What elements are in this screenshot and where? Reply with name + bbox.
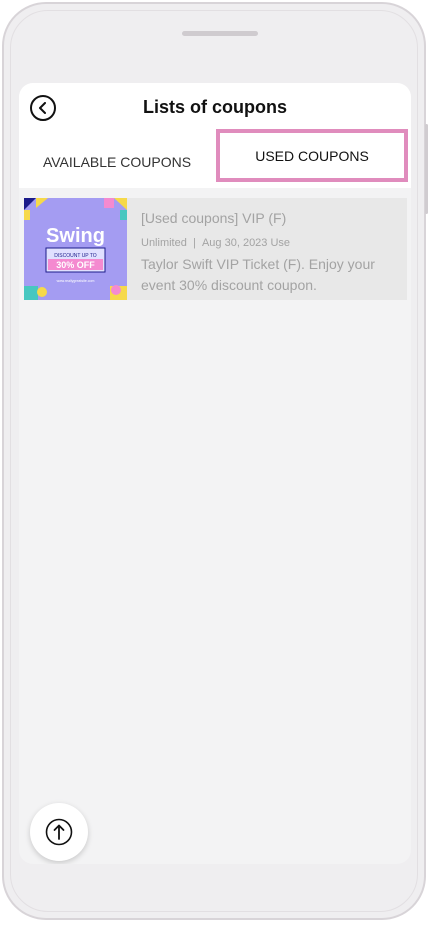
coupon-image-offer: 30% OFF bbox=[56, 260, 95, 270]
page-title: Lists of coupons bbox=[143, 97, 287, 117]
coupon-title: [Used coupons] VIP (F) bbox=[141, 210, 287, 226]
arrow-up-icon bbox=[45, 818, 73, 846]
phone-side-button bbox=[425, 124, 428, 214]
scroll-top-button[interactable] bbox=[30, 803, 88, 861]
coupon-image-footer: www.reallygreatsite.com bbox=[57, 279, 95, 283]
coupon-image: Swing DISCOUNT UP TO 30% OFF www.reallyg… bbox=[24, 198, 127, 300]
header: Lists of coupons bbox=[19, 83, 411, 135]
app-screen: Lists of coupons AVAILABLE COUPONS USED … bbox=[19, 83, 411, 864]
coupon-date: Aug 30, 2023 Use bbox=[201, 237, 291, 249]
coupon-image-headline: Swing bbox=[46, 225, 105, 247]
coupon-card[interactable]: Swing DISCOUNT UP TO 30% OFF www.reallyg… bbox=[24, 198, 407, 300]
coupon-description: Taylor Swift VIP Ticket (F). Enjoy your … bbox=[141, 256, 375, 293]
coupon-artwork: Swing DISCOUNT UP TO 30% OFF www.reallyg… bbox=[24, 198, 127, 300]
coupon-meta-separator: | bbox=[192, 237, 196, 249]
tab-available-coupons[interactable]: AVAILABLE COUPONS bbox=[19, 135, 215, 188]
coupon-image-subtext: DISCOUNT UP TO bbox=[54, 253, 97, 259]
coupon-tabs: AVAILABLE COUPONS USED COUPONS bbox=[19, 129, 411, 188]
coupon-meta: Unlimited | Aug 30, 2023 Use bbox=[141, 237, 290, 249]
coupon-usage: Unlimited bbox=[141, 237, 187, 249]
tab-used-coupons[interactable]: USED COUPONS bbox=[216, 129, 408, 182]
phone-speaker bbox=[182, 31, 258, 36]
